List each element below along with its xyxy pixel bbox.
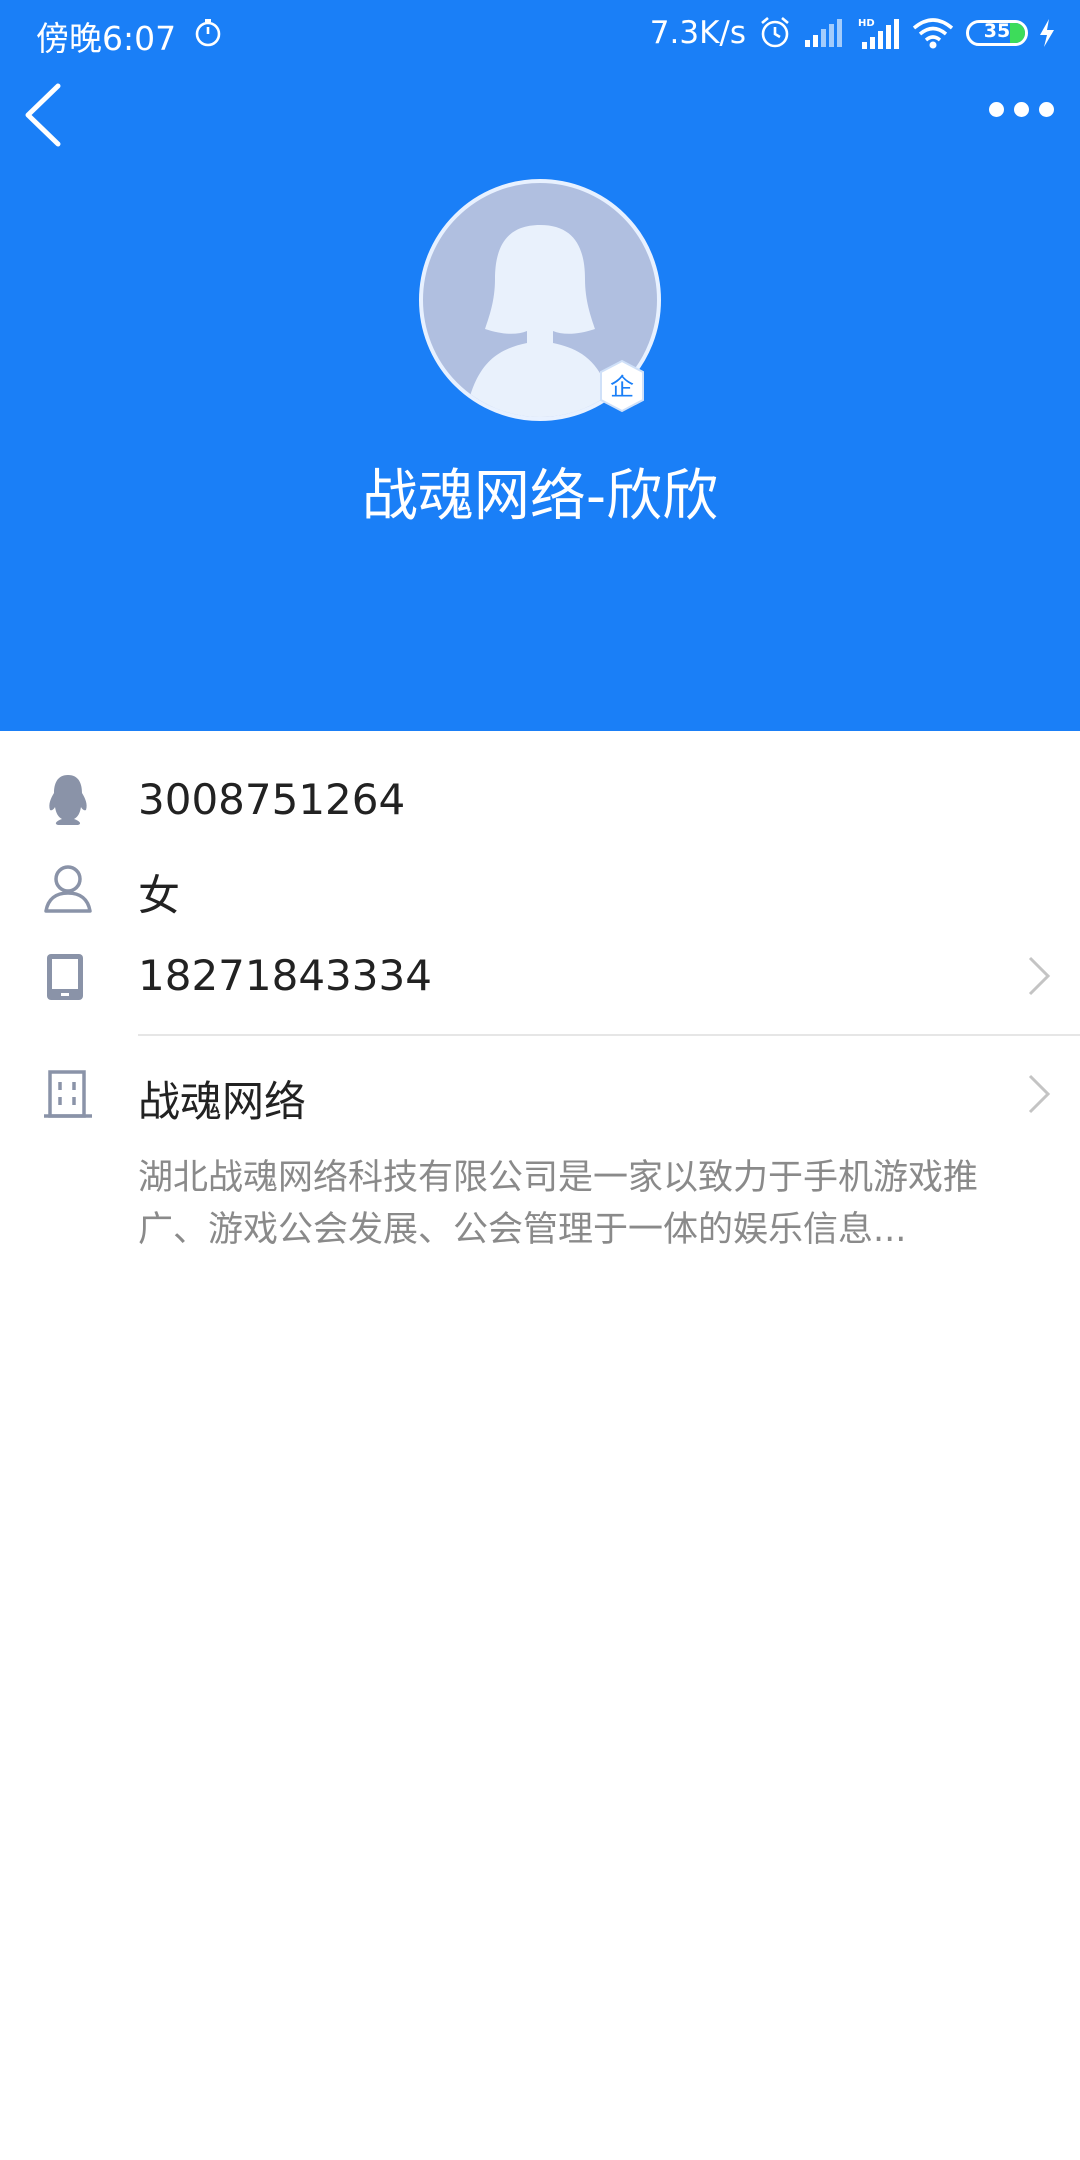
charging-icon bbox=[1038, 18, 1056, 48]
battery-icon: 35 bbox=[966, 20, 1028, 46]
chevron-right-icon[interactable] bbox=[1026, 954, 1052, 1002]
status-right: 7.3K/s HD 35 bbox=[650, 10, 1056, 56]
status-time: 傍晚6:07 bbox=[36, 19, 177, 58]
hd-signal-icon: HD bbox=[858, 16, 900, 50]
person-icon bbox=[42, 862, 94, 918]
signal-icon bbox=[804, 18, 846, 48]
enterprise-badge-label: 企 bbox=[610, 373, 634, 401]
gender-value: 女 bbox=[138, 871, 181, 920]
phone-icon bbox=[42, 952, 88, 1006]
wifi-icon bbox=[912, 17, 954, 49]
profile-name: 战魂网络-欣欣 bbox=[361, 464, 719, 529]
qq-number[interactable]: 3008751264 bbox=[138, 775, 405, 824]
battery-level: 35 bbox=[983, 20, 1011, 42]
enterprise-badge: 企 bbox=[598, 359, 646, 417]
phone-number[interactable]: 18271843334 bbox=[138, 951, 432, 1000]
net-speed: 7.3K/s bbox=[649, 15, 746, 51]
back-arrow-icon[interactable] bbox=[20, 80, 66, 154]
stopwatch-icon bbox=[193, 18, 223, 52]
chevron-right-icon[interactable] bbox=[1026, 1072, 1052, 1120]
profile-header: 傍晚6:07 7.3K/s HD 35 企 战魂网络-欣欣 bbox=[0, 0, 1080, 731]
svg-text:HD: HD bbox=[858, 18, 875, 29]
status-bar: 傍晚6:07 7.3K/s HD 35 bbox=[0, 0, 1080, 66]
building-icon bbox=[42, 1068, 94, 1124]
company-description[interactable]: 湖北战魂网络科技有限公司是一家以致力于手机游戏推广、游戏公会发展、公会管理于一体… bbox=[138, 1152, 1038, 1256]
qq-penguin-icon bbox=[42, 773, 94, 831]
divider bbox=[138, 1034, 1080, 1036]
company-name[interactable]: 战魂网络 bbox=[138, 1068, 306, 1129]
more-icon[interactable] bbox=[989, 102, 1054, 117]
alarm-icon bbox=[758, 16, 792, 50]
